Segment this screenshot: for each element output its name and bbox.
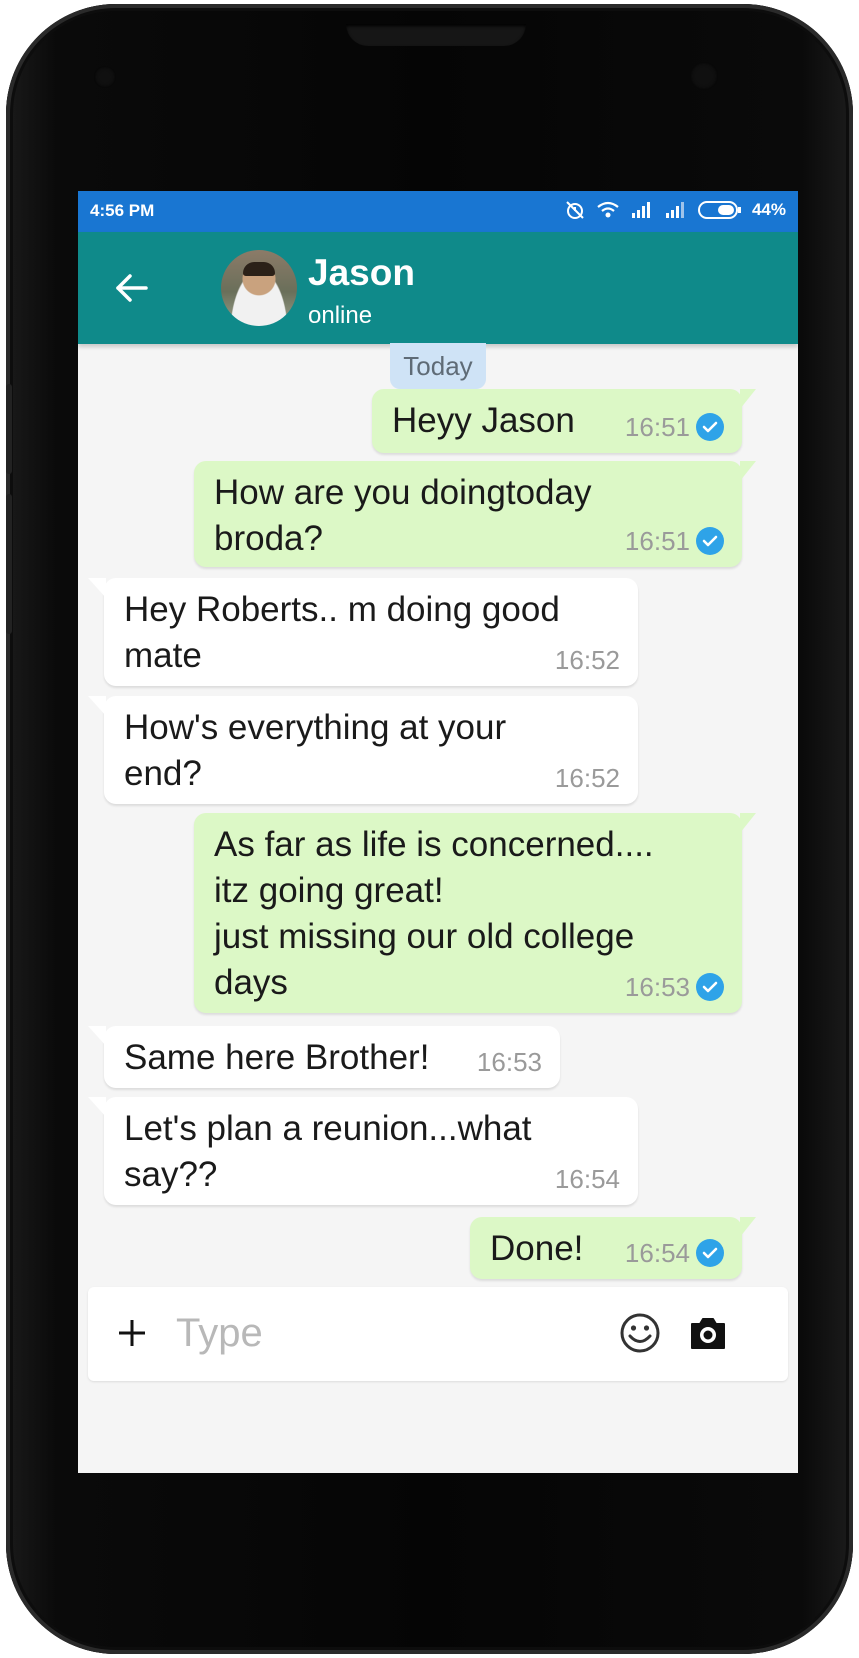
message-time: 16:51 [624, 412, 690, 442]
message-time: 16:54 [554, 1164, 620, 1194]
message-time: 16:54 [624, 1238, 690, 1268]
incoming-message[interactable]: How's everything at your end? 16:52 [88, 696, 638, 804]
status-bar: 4:56 PM 44% [78, 191, 798, 232]
read-check-icon [696, 413, 724, 441]
message-time: 16:52 [554, 645, 620, 675]
message-meta: 16:51 [625, 527, 724, 555]
proximity-sensor [94, 66, 116, 88]
emoji-icon[interactable] [618, 1311, 662, 1355]
message-text: Hey Roberts.. m doing good mate [124, 590, 560, 675]
message-text: How's everything at your end? [124, 708, 507, 793]
message-time: 16:53 [624, 972, 690, 1002]
wifi-icon [597, 201, 619, 218]
battery-icon [697, 201, 741, 219]
message-text: Let's plan a reunion...what say?? [124, 1109, 532, 1194]
date-chip: Today [390, 343, 486, 389]
message-meta: 16:54 [625, 1239, 724, 1267]
read-check-icon [696, 973, 724, 1001]
avatar[interactable] [221, 250, 297, 326]
message-input[interactable] [174, 1303, 598, 1363]
chat-header: Jason online [78, 232, 798, 344]
battery-percent: 44% [751, 200, 786, 219]
message-time: 16:53 [476, 1047, 542, 1077]
plus-icon[interactable] [112, 1313, 152, 1353]
message-composer [88, 1287, 788, 1381]
incoming-message[interactable]: Same here Brother! 16:53 [88, 1026, 560, 1088]
chat-screen: 4:56 PM 44% Jason online Today Heyy Jaso… [78, 191, 798, 1473]
volume-button [6, 494, 12, 634]
contact-name[interactable]: Jason [308, 252, 415, 294]
outgoing-message[interactable]: Heyy Jason 16:51 [372, 389, 756, 453]
message-meta: 16:51 [625, 413, 724, 441]
arrow-left-icon[interactable] [112, 268, 152, 308]
incoming-message[interactable]: Hey Roberts.. m doing good mate 16:52 [88, 578, 638, 686]
signal-icon [665, 202, 684, 218]
message-time: 16:51 [624, 526, 690, 556]
phone-frame: 4:56 PM 44% Jason online Today Heyy Jaso… [6, 4, 853, 1654]
message-meta: 16:52 [555, 646, 620, 674]
status-icons: 44% [564, 199, 786, 221]
volume-button [6, 384, 12, 474]
camera-icon[interactable] [686, 1311, 730, 1355]
signal-icon [631, 202, 650, 218]
status-time: 4:56 PM [90, 201, 155, 220]
earpiece-speaker [346, 24, 526, 46]
message-meta: 16:52 [555, 764, 620, 792]
front-camera [690, 62, 718, 90]
message-meta: 16:53 [625, 973, 724, 1001]
outgoing-message[interactable]: Done! 16:54 [470, 1217, 756, 1279]
read-check-icon [696, 1239, 724, 1267]
message-time: 16:52 [554, 763, 620, 793]
incoming-message[interactable]: Let's plan a reunion...what say?? 16:54 [88, 1097, 638, 1205]
alarm-off-icon [566, 201, 584, 219]
outgoing-message[interactable]: How are you doingtoday broda? 16:51 [194, 461, 756, 567]
contact-status: online [308, 302, 373, 329]
message-meta: 16:54 [555, 1165, 620, 1193]
read-check-icon [696, 527, 724, 555]
message-meta: 16:53 [477, 1048, 542, 1076]
outgoing-message[interactable]: As far as life is concerned.... itz goin… [194, 813, 756, 1013]
